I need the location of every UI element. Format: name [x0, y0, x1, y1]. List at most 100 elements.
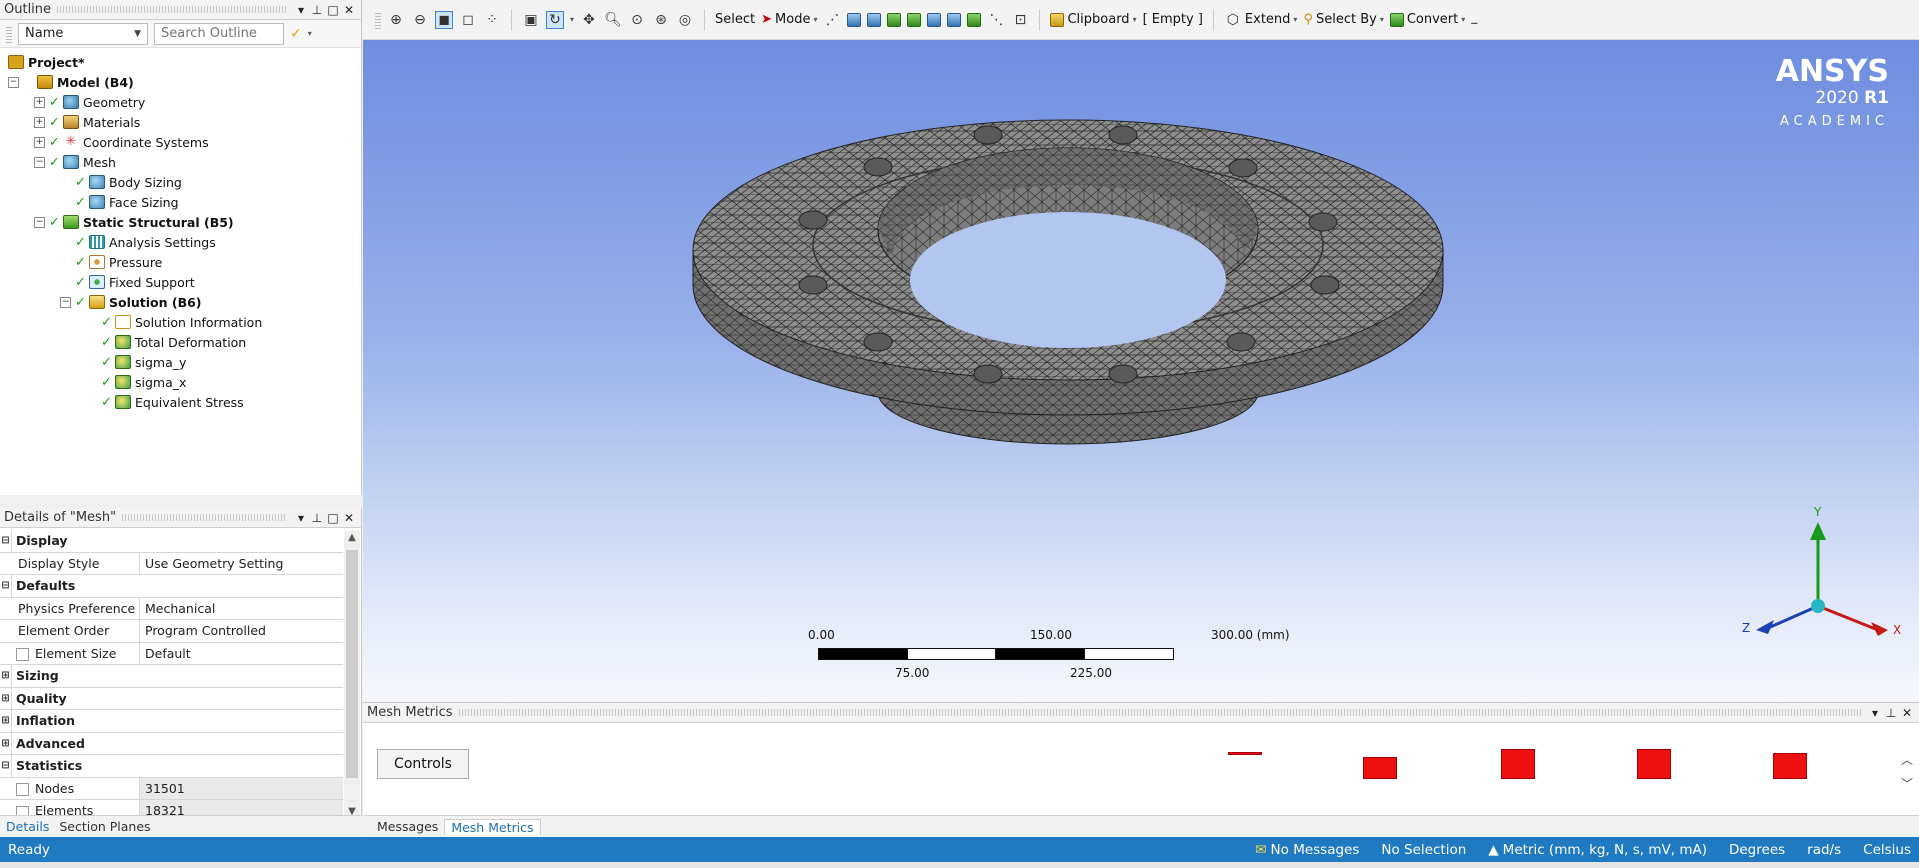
status-rotation-units[interactable]: rad/s	[1807, 842, 1841, 858]
details-row[interactable]: Element Size Default	[0, 642, 343, 665]
clipboard-button[interactable]: Clipboard ▾	[1050, 12, 1137, 27]
details-group-sizing[interactable]: ⊞ Sizing	[0, 665, 343, 688]
zoom-out-icon[interactable]: ⊖	[411, 11, 429, 29]
maximize-icon[interactable]: □	[325, 511, 341, 525]
details-row[interactable]: Nodes 31501	[0, 777, 343, 800]
select-body-icon[interactable]	[887, 12, 902, 27]
details-group-inflation[interactable]: ⊞ Inflation	[0, 710, 343, 733]
box-select-icon[interactable]: ▣	[522, 11, 540, 29]
pan-icon[interactable]: ✥	[580, 11, 598, 29]
close-icon[interactable]: ✕	[1899, 706, 1915, 720]
details-value[interactable]: Mechanical	[140, 598, 343, 620]
status-units[interactable]: ▲ Metric (mm, kg, N, s, mV, mA)	[1488, 842, 1707, 858]
status-messages[interactable]: ✉ No Messages	[1255, 842, 1359, 858]
search-outline-input[interactable]	[154, 22, 284, 45]
tab-mesh-metrics[interactable]: Mesh Metrics	[444, 818, 541, 835]
grip-handle[interactable]	[57, 6, 287, 13]
probe-icon[interactable]: ⊡	[1011, 11, 1029, 29]
histogram-bar[interactable]	[1773, 753, 1807, 779]
show-vertices-icon[interactable]: ⁘	[483, 11, 501, 29]
details-value[interactable]: Use Geometry Setting	[140, 553, 343, 575]
details-row[interactable]: Element Order Program Controlled	[0, 620, 343, 643]
extend-button[interactable]: ⬡ Extend ▾	[1224, 11, 1298, 29]
tree-item[interactable]: + ✓ ✳ Coordinate Systems	[8, 132, 361, 152]
controls-button[interactable]: Controls	[377, 749, 469, 779]
histogram-bar[interactable]	[1363, 757, 1397, 779]
scroll-up-icon[interactable]: ▲	[344, 530, 360, 546]
tab-messages[interactable]: Messages	[371, 819, 444, 834]
details-group-quality[interactable]: ⊞ Quality	[0, 687, 343, 710]
tree-item[interactable]: ✓ sigma_x	[8, 372, 361, 392]
details-row[interactable]: Physics Preference Mechanical	[0, 597, 343, 620]
select-by-button[interactable]: ⚲ Select By ▾	[1303, 12, 1383, 27]
chevron-down-icon[interactable]: ▾	[308, 29, 312, 38]
histogram-bar[interactable]	[1501, 749, 1535, 779]
flange-mesh-model[interactable]	[363, 40, 1919, 702]
toolbar-overflow-icon[interactable]: ▁	[1471, 15, 1477, 24]
collapse-icon[interactable]: ⊟	[0, 575, 12, 597]
collapse-icon[interactable]: −	[8, 76, 19, 88]
select-edge-icon[interactable]	[847, 12, 862, 27]
close-icon[interactable]: ✕	[341, 3, 357, 17]
collapse-icon[interactable]: ⊟	[0, 530, 12, 552]
tree-item[interactable]: − Model (B4)	[8, 72, 361, 92]
shaded-body-icon[interactable]: ◼	[435, 10, 453, 29]
scroll-down-icon[interactable]: ﹀	[1901, 772, 1913, 796]
tree-item[interactable]: − ✓ Mesh	[8, 152, 361, 172]
details-group-advanced[interactable]: ⊞ Advanced	[0, 732, 343, 755]
tree-item[interactable]: ✓ Total Deformation	[8, 332, 361, 352]
select-node-icon[interactable]	[907, 12, 922, 27]
zoom-in-icon[interactable]: ⊕	[387, 11, 405, 29]
tree-item[interactable]: ✓ Analysis Settings	[8, 232, 361, 252]
tree-item[interactable]: + ✓ Geometry	[8, 92, 361, 112]
tree-item[interactable]: ✓ Body Sizing	[8, 172, 361, 192]
graphics-viewport[interactable]: ANSYS 2020 R1 ACADEMIC 0.00 150.00 300.0…	[363, 40, 1919, 702]
triad-origin-icon[interactable]	[1811, 599, 1825, 613]
select-element-icon[interactable]	[947, 12, 962, 27]
expand-icon[interactable]: ⊞	[0, 710, 12, 732]
details-group-defaults[interactable]: ⊟ Defaults	[0, 575, 343, 598]
expand-icon[interactable]: +	[34, 96, 45, 108]
details-group-statistics[interactable]: ⊟ Statistics	[0, 755, 343, 778]
magnifier-icon[interactable]: ◎	[676, 11, 694, 29]
tree-item[interactable]: + ✓ Materials	[8, 112, 361, 132]
metrics-scrollbar[interactable]: ︿ ﹀	[1901, 748, 1913, 796]
select-element-face-icon[interactable]	[927, 12, 942, 27]
grip-handle[interactable]	[122, 514, 287, 521]
details-value[interactable]: Program Controlled	[140, 620, 343, 642]
pin-icon[interactable]: ⊥	[1883, 706, 1899, 720]
box-zoom-icon[interactable]: ⊙	[628, 11, 646, 29]
select-mode-button[interactable]: ➤ Mode ▾	[761, 12, 817, 27]
maximize-icon[interactable]: □	[325, 3, 341, 17]
select-face-icon[interactable]	[867, 12, 882, 27]
histogram-bar[interactable]	[1228, 752, 1262, 755]
tree-item[interactable]: − ✓ Solution (B6)	[8, 292, 361, 312]
chevron-down-icon[interactable]: ▾	[570, 15, 574, 24]
details-value[interactable]: Default	[140, 643, 343, 665]
tab-section-planes[interactable]: Section Planes	[59, 819, 150, 834]
select-button[interactable]: Select	[715, 12, 755, 27]
tree-item[interactable]: ✓ Solution Information	[8, 312, 361, 332]
tab-details[interactable]: Details	[6, 819, 49, 834]
toolbar-grip[interactable]	[6, 24, 12, 43]
close-icon[interactable]: ✕	[341, 511, 357, 525]
tree-item[interactable]: − ✓ Static Structural (B5)	[8, 212, 361, 232]
collapse-icon[interactable]: ⊟	[0, 755, 12, 777]
pin-icon[interactable]: ⊥	[309, 3, 325, 17]
convert-button[interactable]: Convert ▾	[1389, 12, 1465, 27]
collapse-icon[interactable]: −	[60, 296, 71, 308]
collapse-icon[interactable]: −	[34, 156, 45, 168]
expand-icon[interactable]: +	[34, 116, 45, 128]
expand-icon[interactable]: ⊞	[0, 687, 12, 709]
scroll-up-icon[interactable]: ︿	[1901, 748, 1913, 772]
details-value[interactable]: 31501	[140, 777, 343, 799]
expand-icon[interactable]: ⊞	[0, 665, 12, 687]
dropdown-arrow-icon[interactable]: ▾	[1867, 706, 1883, 720]
tree-item[interactable]: Project*	[8, 52, 361, 72]
tree-item[interactable]: ✓ Fixed Support	[8, 272, 361, 292]
coordinate-icon[interactable]: ⋱	[987, 11, 1005, 29]
search-options-icon[interactable]: ✓	[290, 26, 302, 42]
zoom-to-fit-icon[interactable]: ⊛	[652, 11, 670, 29]
details-row[interactable]: Display Style Use Geometry Setting	[0, 552, 343, 575]
select-mesh-icon[interactable]	[967, 12, 982, 27]
